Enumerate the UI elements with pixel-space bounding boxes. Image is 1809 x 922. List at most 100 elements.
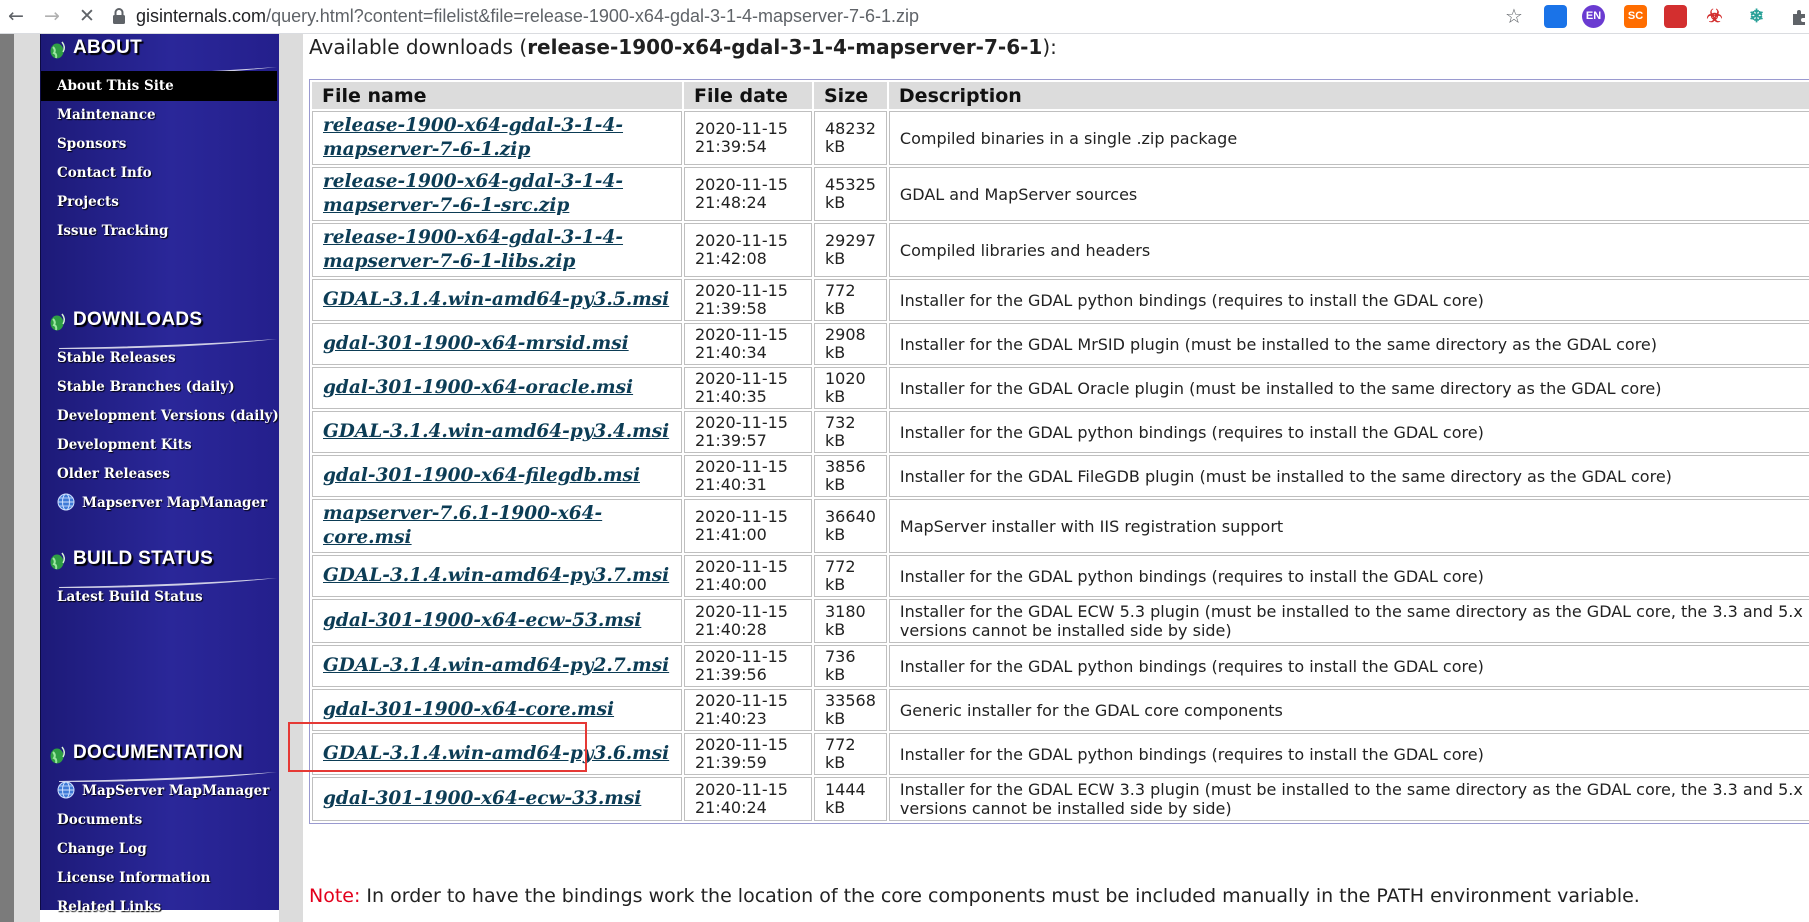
forward-arrow-icon[interactable]: → (40, 4, 64, 28)
note-label: Note: (309, 885, 361, 907)
table-row: gdal-301-1900-x64-oracle.msi 2020-11-15 2… (312, 367, 1809, 409)
sidebar-navigation: ABOUT About This Site Maintenance Sponsors C… (40, 34, 279, 915)
sidebar-item-stable-branches-daily[interactable]: Stable Branches (daily) (41, 372, 277, 402)
path-note: Note: In order to have the bindings work… (309, 885, 1640, 907)
file-name-cell: release-1900-x64-gdal-3-1-4-mapserver-7-… (312, 167, 682, 221)
file-name-cell: GDAL-3.1.4.win-amd64-py3.4.msi (312, 411, 682, 453)
file-download-link[interactable]: GDAL-3.1.4.win-amd64-py2.7.msi (323, 655, 669, 676)
sidebar-item-change-log[interactable]: Change Log (41, 834, 277, 864)
file-download-link[interactable]: gdal-301-1900-x64-oracle.msi (323, 377, 633, 398)
extension-blue-icon[interactable] (1544, 5, 1567, 28)
sidebar-item-development-versions-daily[interactable]: Development Versions (daily) (41, 401, 279, 431)
sidebar-item-label: Related Links (57, 899, 162, 915)
table-row: gdal-301-1900-x64-core.msi 2020-11-15 21:… (312, 689, 1809, 731)
file-name-cell: gdal-301-1900-x64-filegdb.msi (312, 455, 682, 497)
table-row: release-1900-x64-gdal-3-1-4-mapserver-7-… (312, 223, 1809, 277)
file-download-link[interactable]: gdal-301-1900-x64-ecw-53.msi (323, 610, 641, 631)
file-name-cell: gdal-301-1900-x64-mrsid.msi (312, 323, 682, 365)
file-download-link[interactable]: gdal-301-1900-x64-mrsid.msi (323, 333, 629, 354)
file-name-cell: gdal-301-1900-x64-oracle.msi (312, 367, 682, 409)
stop-loading-icon[interactable]: ✕ (75, 4, 99, 28)
file-size-cell: 33568 kB (814, 689, 887, 731)
file-download-link[interactable]: gdal-301-1900-x64-ecw-33.msi (323, 788, 641, 809)
file-download-link[interactable]: release-1900-x64-gdal-3-1-4-mapserver-7-… (323, 227, 623, 272)
file-download-link[interactable]: GDAL-3.1.4.win-amd64-py3.4.msi (323, 421, 669, 442)
globe-icon (49, 40, 67, 62)
section-header-documentation: DOCUMENTATION (49, 741, 277, 782)
extension-red-icon[interactable] (1664, 5, 1687, 28)
file-name-cell: GDAL-3.1.4.win-amd64-py3.5.msi (312, 279, 682, 321)
sidebar-item-stable-releases[interactable]: Stable Releases (41, 343, 277, 373)
file-description-cell: Compiled binaries in a single .zip packa… (888, 111, 1809, 165)
sidebar-item-projects[interactable]: Projects (41, 187, 277, 217)
table-row: gdal-301-1900-x64-ecw-33.msi 2020-11-15 2… (312, 777, 1809, 821)
table-row: gdal-301-1900-x64-filegdb.msi 2020-11-15 … (312, 455, 1809, 497)
sidebar-item-contact-info[interactable]: Contact Info (41, 158, 277, 188)
section-title: DOWNLOADS (73, 309, 203, 330)
sidebar-item-maintenance[interactable]: Maintenance (41, 100, 277, 130)
downloads-table: File name File date Size Description releas… (309, 79, 1809, 824)
table-header-row: File name File date Size Description (312, 82, 1809, 109)
sidebar-item-documents[interactable]: Documents (41, 805, 277, 835)
file-download-link[interactable]: GDAL-3.1.4.win-amd64-py3.7.msi (323, 565, 669, 586)
bookmark-star-icon[interactable]: ☆ (1502, 4, 1526, 28)
file-date-cell: 2020-11-15 21:39:56 (684, 645, 812, 687)
file-size-cell: 48232 kB (814, 111, 887, 165)
file-size-cell: 29297 kB (814, 223, 887, 277)
heading-prefix: Available downloads ( (309, 35, 528, 59)
sidebar-item-sponsors[interactable]: Sponsors (41, 129, 277, 159)
file-download-link[interactable]: gdal-301-1900-x64-core.msi (323, 699, 614, 720)
file-name-cell: release-1900-x64-gdal-3-1-4-mapserver-7-… (312, 111, 682, 165)
extension-sc-icon[interactable]: SC (1624, 5, 1647, 28)
file-date-cell: 2020-11-15 21:41:00 (684, 499, 812, 553)
lock-icon[interactable] (110, 7, 128, 25)
table-row: GDAL-3.1.4.win-amd64-py3.7.msi 2020-11-15… (312, 555, 1809, 597)
file-description-cell: Installer for the GDAL python bindings (… (888, 279, 1809, 321)
sidebar-item-latest-build-status[interactable]: Latest Build Status (41, 582, 277, 612)
section-title: ABOUT (73, 37, 143, 58)
file-date-cell: 2020-11-15 21:39:58 (684, 279, 812, 321)
file-download-link[interactable]: mapserver-7.6.1-1900-x64-core.msi (323, 503, 602, 548)
file-download-link[interactable]: GDAL-3.1.4.win-amd64-py3.5.msi (323, 289, 669, 310)
file-size-cell: 45325 kB (814, 167, 887, 221)
extension-leaf-icon[interactable]: ❄ (1745, 5, 1768, 28)
sidebar-item-label: Latest Build Status (57, 589, 203, 605)
sidebar-item-older-releases[interactable]: Older Releases (41, 459, 277, 489)
browser-left-gutter (0, 34, 14, 922)
table-body: release-1900-x64-gdal-3-1-4-mapserver-7-… (312, 111, 1809, 821)
file-name-cell: GDAL-3.1.4.win-amd64-py3.6.msi (312, 733, 682, 775)
file-description-cell: Installer for the GDAL python bindings (… (888, 411, 1809, 453)
sidebar-item-label: Stable Releases (57, 350, 176, 366)
file-download-link[interactable]: GDAL-3.1.4.win-amd64-py3.6.msi (323, 743, 669, 764)
file-download-link[interactable]: release-1900-x64-gdal-3-1-4-mapserver-7-… (323, 115, 623, 160)
column-header-file-date: File date (684, 82, 812, 109)
sidebar-item-label: Projects (57, 194, 119, 210)
back-arrow-icon[interactable]: ← (4, 4, 28, 28)
globe-icon (49, 551, 67, 573)
sidebar-item-development-kits[interactable]: Development Kits (41, 430, 277, 460)
table-row: gdal-301-1900-x64-mrsid.msi 2020-11-15 21… (312, 323, 1809, 365)
sidebar-item-label: MapServer MapManager (82, 783, 270, 799)
sidebar-item-mapserver-mapmanager[interactable]: MapServer MapManager (41, 776, 277, 806)
extension-en-icon[interactable]: EN (1582, 5, 1605, 28)
column-header-file-name: File name (312, 82, 682, 109)
sidebar-item-about-this-site[interactable]: About This Site (41, 71, 277, 101)
globe-icon (57, 781, 82, 799)
puzzle-extensions-icon[interactable] (1790, 8, 1808, 26)
address-bar[interactable]: gisinternals.com/query.html?content=file… (136, 4, 919, 28)
sidebar-item-related-links[interactable]: Related Links (41, 892, 277, 922)
sidebar-item-license-information[interactable]: License Information (41, 863, 277, 893)
sidebar-item-label: Issue Tracking (57, 223, 169, 239)
sidebar-item-label: Older Releases (57, 466, 170, 482)
extension-cart-icon[interactable]: ☣ (1703, 5, 1726, 28)
file-date-cell: 2020-11-15 21:40:24 (684, 777, 812, 821)
file-download-link[interactable]: release-1900-x64-gdal-3-1-4-mapserver-7-… (323, 171, 623, 216)
sidebar-item-issue-tracking[interactable]: Issue Tracking (41, 216, 277, 246)
file-name-cell: gdal-301-1900-x64-core.msi (312, 689, 682, 731)
globe-icon (49, 312, 67, 334)
section-header-downloads: DOWNLOADS (49, 308, 277, 349)
sidebar-item-mapserver-mapmanager[interactable]: Mapserver MapManager (41, 488, 277, 518)
file-description-cell: Compiled libraries and headers (888, 223, 1809, 277)
file-size-cell: 1020 kB (814, 367, 887, 409)
file-download-link[interactable]: gdal-301-1900-x64-filegdb.msi (323, 465, 640, 486)
